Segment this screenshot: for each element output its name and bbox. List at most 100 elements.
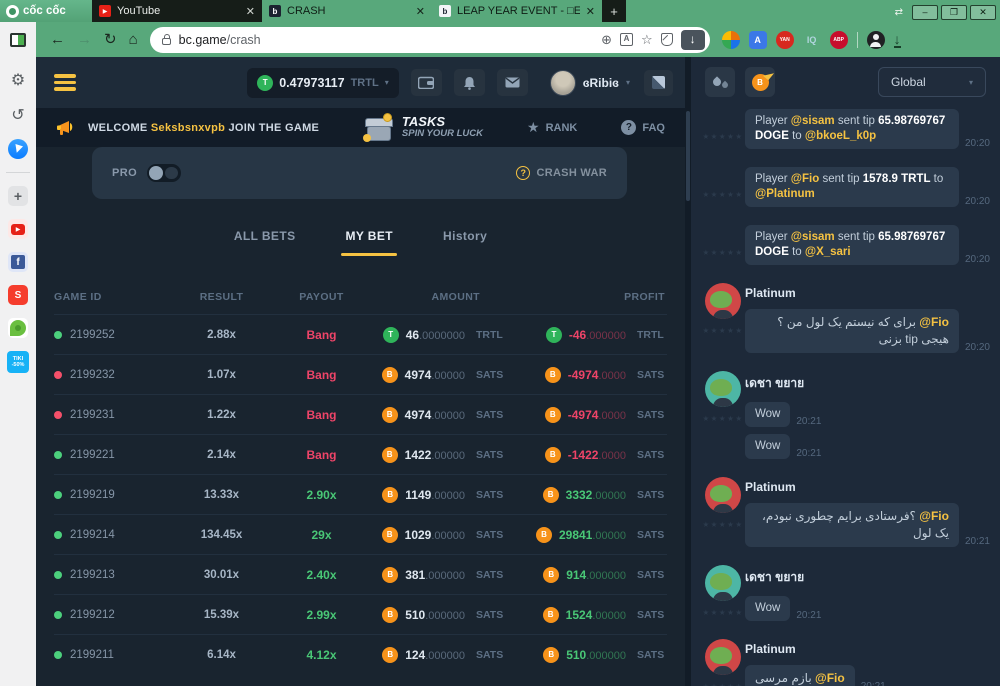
tiki-shortcut-icon[interactable]: TIKI-50% [7, 351, 29, 373]
chevron-down-icon: ▾ [969, 78, 973, 87]
tab-history[interactable]: History [443, 229, 487, 256]
iq-extension-icon[interactable]: IQ [803, 31, 821, 49]
player-mention[interactable]: @Platinum [755, 188, 815, 200]
table-row[interactable]: 2199231 1.22x Bang B4974.00000SATS B-497… [54, 394, 667, 434]
forward-icon[interactable]: → [77, 32, 92, 47]
chat-username[interactable]: Platinum [745, 286, 990, 300]
player-mention[interactable]: @Fio [815, 671, 845, 685]
player-mention[interactable]: @Fio [791, 173, 819, 185]
tab-close-icon[interactable]: ✕ [416, 5, 425, 18]
downloads-icon[interactable]: ↓ [894, 32, 901, 48]
chat-username[interactable]: Platinum [745, 642, 990, 656]
profile-icon[interactable] [867, 31, 885, 49]
avatar[interactable] [705, 565, 741, 601]
chat-toggle-button[interactable] [644, 70, 673, 96]
address-bar[interactable]: bc.game/crash ⊕ A ☆ ↓ [150, 27, 710, 53]
tab-leap-year-event[interactable]: b LEAP YEAR EVENT - □Event - ✕ [432, 0, 602, 22]
chat-channel-select[interactable]: Global ▾ [878, 67, 986, 97]
bookmark-star-icon[interactable]: ☆ [641, 33, 653, 46]
translate-extension-icon[interactable]: A [749, 31, 767, 49]
adblock-shield-icon[interactable] [661, 33, 673, 46]
player-mention[interactable]: @sisam [791, 115, 835, 127]
scrollbar-thumb[interactable] [686, 111, 690, 201]
home-icon[interactable]: ⌂ [129, 32, 138, 47]
rank-button[interactable]: ★ RANK [527, 119, 577, 136]
back-icon[interactable]: ← [50, 32, 65, 47]
trtl-coin-icon: T [546, 327, 562, 343]
tab-my-bet[interactable]: MY BET [345, 229, 393, 256]
translate-icon[interactable]: A [620, 33, 633, 46]
avatar[interactable] [705, 371, 741, 407]
table-row[interactable]: 2199214 134.45x 29x B1029.00000SATS B298… [54, 514, 667, 554]
player-mention[interactable]: @X_sari [805, 246, 851, 258]
timestamp: 20:20 [965, 342, 990, 353]
tab-search-icon[interactable]: ⇄ [895, 7, 903, 18]
messenger-icon[interactable] [8, 139, 28, 159]
wallet-button[interactable] [411, 69, 442, 96]
notifications-button[interactable] [454, 69, 485, 96]
coin-drop-button[interactable]: B [745, 67, 775, 97]
chevron-down-icon: ▾ [385, 78, 389, 87]
sidebar-toggle-icon[interactable] [10, 33, 26, 47]
timestamp: 20:20 [965, 138, 990, 149]
page-url[interactable]: bc.game/crash [179, 33, 261, 47]
username: ɞRibiɞ [583, 76, 619, 90]
add-shortcut-button[interactable]: + [8, 186, 28, 206]
site-header: T 0.47973117 TRTL ▾ ɞRibiɞ ▾ [36, 57, 685, 108]
abp-extension-icon[interactable]: ABP [830, 31, 848, 49]
balance-currency: TRTL [351, 77, 379, 89]
tab-all-bets[interactable]: ALL BETS [234, 229, 296, 256]
download-page-button[interactable]: ↓ [681, 30, 705, 50]
avatar[interactable] [705, 639, 741, 675]
reload-icon[interactable]: ↻ [104, 32, 117, 47]
sidebar-header [0, 22, 36, 57]
table-row[interactable]: 2199213 30.01x 2.40x B381.000000SATS B91… [54, 554, 667, 594]
faq-button[interactable]: ? FAQ [621, 120, 665, 135]
menu-hamburger-icon[interactable] [54, 74, 76, 91]
new-tab-button[interactable]: + [602, 0, 626, 22]
player-mention[interactable]: @Fio [919, 315, 949, 329]
balance-selector[interactable]: T 0.47973117 TRTL ▾ [247, 68, 398, 98]
chat-username[interactable]: เดชา ขยาย [745, 568, 990, 587]
close-button[interactable]: ✕ [970, 5, 996, 20]
chat-username[interactable]: Platinum [745, 480, 990, 494]
messages-button[interactable] [497, 69, 528, 96]
player-mention[interactable]: @bkoeL_k0p [805, 130, 876, 142]
table-row[interactable]: 2199211 6.14x 4.12x B124.000000SATS B510… [54, 634, 667, 674]
minimize-button[interactable]: – [912, 5, 938, 20]
crash-war-link[interactable]: ? CRASH WAR [516, 166, 607, 180]
player-mention[interactable]: @sisam [791, 231, 835, 243]
table-row[interactable]: 2199221 2.14x Bang B1422.00000SATS B-142… [54, 434, 667, 474]
facebook-shortcut-icon[interactable]: f [8, 252, 28, 272]
avatar[interactable] [705, 477, 741, 513]
user-menu[interactable]: ɞRibiɞ ▾ [550, 70, 630, 96]
pro-toggle[interactable] [147, 164, 181, 182]
tab-close-icon[interactable]: ✕ [586, 5, 595, 18]
settings-gear-icon[interactable]: ⚙ [7, 69, 29, 91]
browser-toolbar: ← → ↻ ⌂ bc.game/crash ⊕ A ☆ ↓ A YAN IQ A… [36, 22, 1000, 57]
tab-crash-active[interactable]: b CRASH ✕ [262, 0, 432, 22]
coccoc-shortcut-icon[interactable] [8, 318, 28, 338]
rain-tip-button[interactable] [705, 67, 735, 97]
player-mention[interactable]: @Fio [919, 509, 949, 523]
table-row[interactable]: 2199232 1.07x Bang B4974.00000SATS B-497… [54, 354, 667, 394]
yan-extension-icon[interactable]: YAN [776, 31, 794, 49]
table-row[interactable]: 2199212 15.39x 2.99x B510.000000SATS B15… [54, 594, 667, 634]
timestamp: 20:21 [796, 416, 821, 427]
table-row[interactable]: 2199252 2.88x Bang T46.0000000TRTL T-46.… [54, 314, 667, 354]
tab-close-icon[interactable]: ✕ [246, 5, 255, 18]
youtube-shortcut-icon[interactable]: ▶ [8, 219, 28, 239]
color-wheel-extension-icon[interactable] [722, 31, 740, 49]
question-circle-icon: ? [516, 166, 530, 180]
tasks-button[interactable]: TASKS SPIN YOUR LUCK [364, 115, 483, 141]
history-icon[interactable]: ↺ [7, 104, 29, 126]
trtl-coin-icon: T [257, 75, 273, 91]
avatar[interactable] [705, 283, 741, 319]
table-row[interactable]: 2199219 13.33x 2.90x B1149.00000SATS B33… [54, 474, 667, 514]
chat-username[interactable]: เดชา ขยาย [745, 374, 990, 393]
shopee-shortcut-icon[interactable]: S [8, 285, 28, 305]
restore-button[interactable]: ❐ [941, 5, 967, 20]
zoom-icon[interactable]: ⊕ [601, 33, 612, 46]
tab-youtube[interactable]: ▶ YouTube ✕ [92, 0, 262, 22]
page-scrollbar[interactable] [685, 57, 691, 686]
